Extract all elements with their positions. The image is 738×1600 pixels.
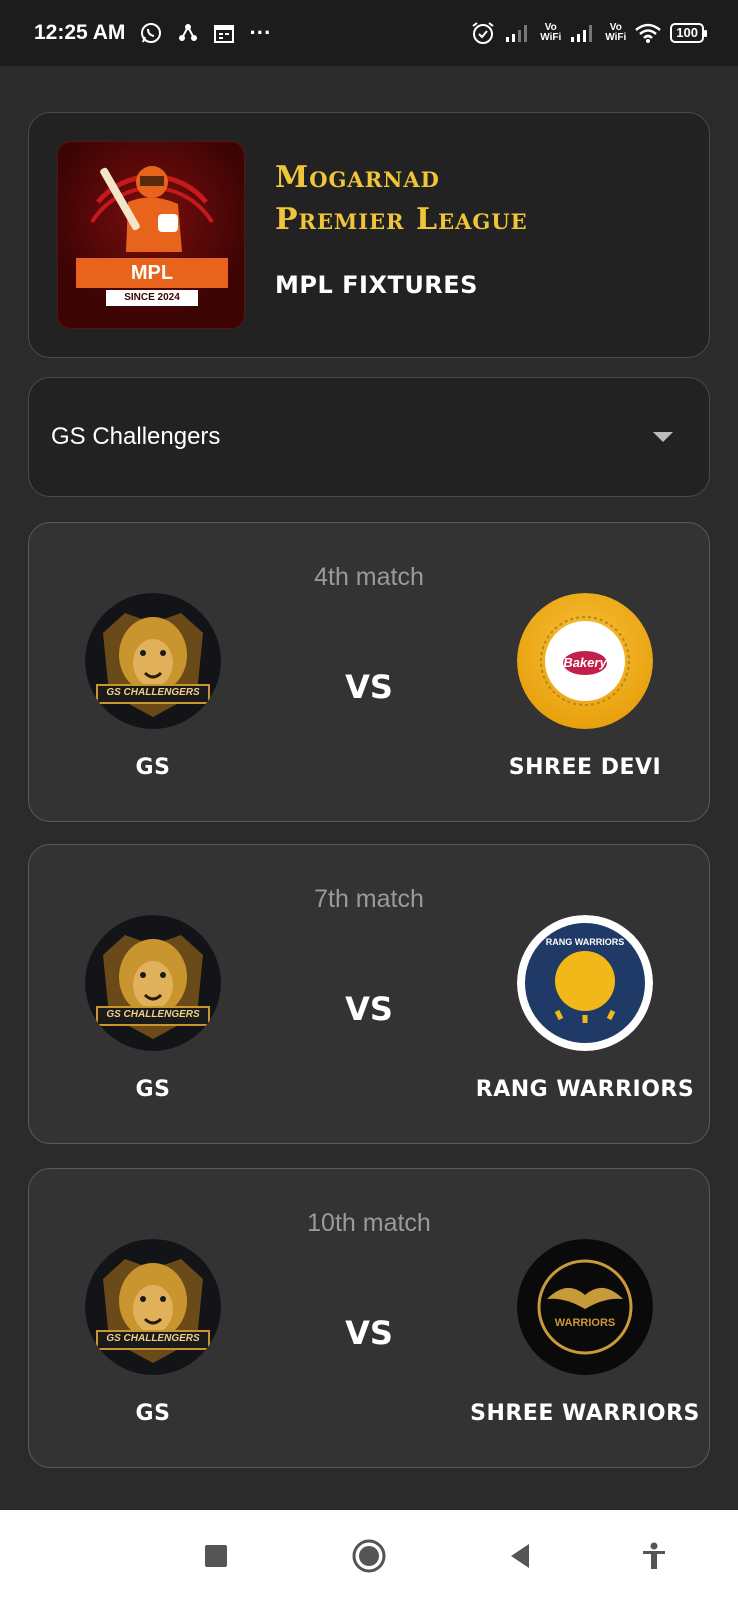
gs-challengers-logo: GS CHALLENGERS: [85, 593, 221, 729]
home-team-name: GS: [135, 1077, 171, 1102]
away-team-name: SHREE DEVI: [508, 755, 662, 780]
circle-icon: [352, 1539, 386, 1573]
fixtures-subtitle: MPL FIXTURES: [275, 271, 478, 299]
gs-challengers-logo: GS CHALLENGERS: [85, 915, 221, 1051]
match-number: 4th match: [314, 563, 424, 591]
recents-button[interactable]: [194, 1534, 238, 1578]
shree-devi-logo-text: Bakery: [563, 655, 607, 670]
system-nav-bar: [0, 1510, 738, 1600]
away-team-name: RANG WARRIORS: [475, 1077, 695, 1102]
rang-warriors-logo-text: RANG WARRIORS: [545, 937, 625, 947]
match-number: 7th match: [314, 885, 424, 913]
signal-icon: [504, 22, 532, 44]
share-nodes-icon: [177, 22, 199, 44]
alarm-icon: [470, 20, 496, 46]
status-bar: 12:25 AM ··· Vo WiFi Vo WiFi 100: [0, 0, 738, 66]
back-button[interactable]: [498, 1534, 542, 1578]
signal-icon-2: [569, 22, 597, 44]
vowifi-label-2: Vo WiFi: [605, 22, 627, 43]
match-card[interactable]: 10th match GS CHALLENGERS VS WARRIORS GS…: [28, 1168, 710, 1468]
vowifi-label-1: Vo WiFi: [540, 22, 562, 43]
match-card[interactable]: 7th match GS CHALLENGERS VS RANG WARRIOR…: [28, 844, 710, 1144]
league-title-line1: Mogarnad: [275, 160, 440, 195]
accessibility-button[interactable]: [632, 1534, 676, 1578]
league-title: Mogarnad Premier League: [275, 157, 528, 241]
accessibility-icon: [643, 1542, 665, 1569]
home-team-name: GS: [135, 1401, 171, 1426]
match-number: 10th match: [307, 1209, 431, 1237]
square-icon: [205, 1545, 227, 1567]
gs-challengers-logo: GS CHALLENGERS: [85, 1239, 221, 1375]
battery-indicator: 100: [670, 23, 707, 43]
match-card[interactable]: 4th match GS CHALLENGERS VS Bakery GS SH…: [28, 522, 710, 822]
home-team-name: GS: [135, 755, 171, 780]
away-team-name: SHREE WARRIORS: [470, 1401, 700, 1426]
home-button[interactable]: [347, 1534, 391, 1578]
wifi-icon: [634, 22, 662, 44]
status-time: 12:25 AM: [34, 21, 126, 44]
shree-warriors-logo-text: WARRIORS: [554, 1317, 616, 1329]
whatsapp-icon: [139, 21, 163, 45]
calendar-icon: [213, 22, 235, 44]
rang-warriors-logo: RANG WARRIORS: [517, 915, 653, 1051]
chevron-down-icon[interactable]: [653, 432, 673, 442]
team-select-value: GS Challengers: [51, 423, 221, 450]
league-title-line2: Premier League: [275, 202, 528, 237]
shree-warriors-logo: WARRIORS: [517, 1239, 653, 1375]
league-header-card: MPL SINCE 2024 Mogarnad Premier League M…: [28, 112, 710, 358]
team-select-dropdown[interactable]: GS Challengers: [28, 377, 710, 497]
mpl-logo-since: SINCE 2024: [106, 290, 198, 306]
back-triangle-icon: [511, 1544, 529, 1568]
shree-devi-logo: Bakery: [517, 593, 653, 729]
mpl-logo-text: MPL: [76, 258, 228, 288]
mpl-logo: MPL SINCE 2024: [57, 141, 245, 329]
more-notifications-icon: ···: [249, 20, 272, 45]
